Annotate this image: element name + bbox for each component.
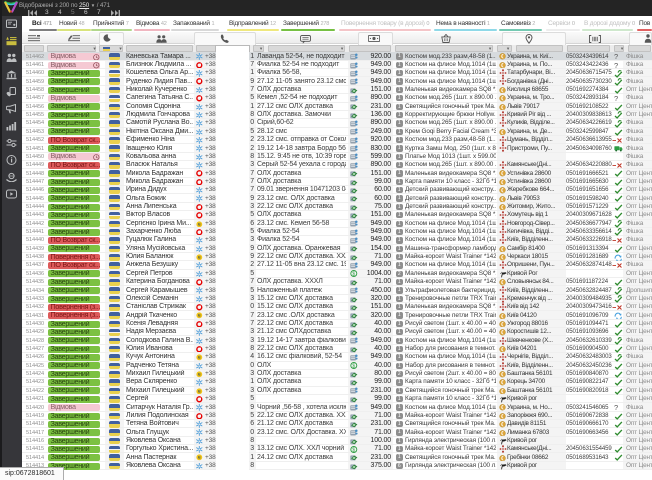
svg-text:lc: lc — [198, 314, 201, 318]
svg-text:lc: lc — [198, 222, 201, 226]
svg-text:lc: lc — [198, 356, 201, 360]
svg-text:lc: lc — [198, 456, 201, 460]
svg-text:$: $ — [352, 364, 355, 370]
svg-text:lc: lc — [198, 373, 201, 377]
svg-text:$: $ — [352, 272, 355, 278]
svg-text:lc: lc — [198, 389, 201, 393]
svg-text:$: $ — [352, 447, 355, 453]
svg-text:lc: lc — [198, 256, 201, 260]
